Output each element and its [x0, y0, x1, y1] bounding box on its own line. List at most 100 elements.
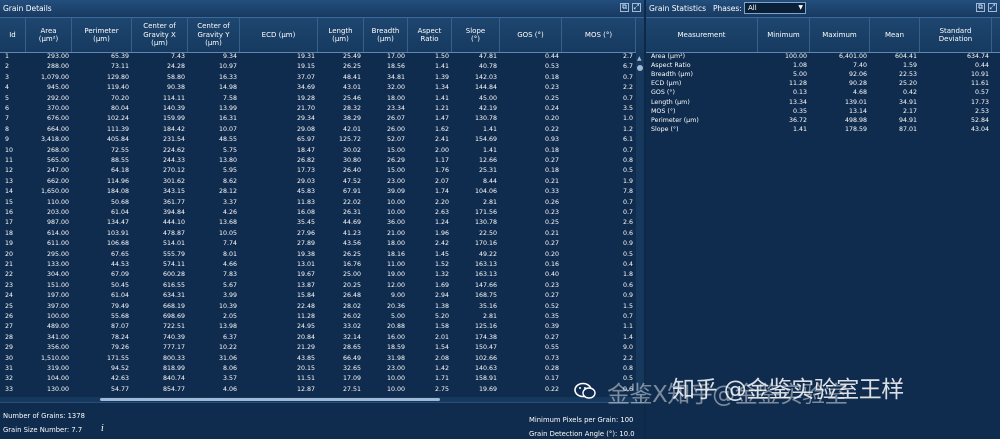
expand-icon[interactable]: ⤢: [632, 3, 641, 12]
grain-details-table-row[interactable]: 22 304.00 67.09 600.28 7.83 19.67 25.00 19.00 1.…: [0, 270, 644, 280]
grain-details-col-header[interactable]: Id: [0, 18, 26, 52]
grain-details-col-header[interactable]: Slope (°): [452, 18, 500, 52]
grain-details-table-row[interactable]: 27 489.00 87.07 722.51 13.98 24.95 33.02 20.88 1…: [0, 322, 644, 332]
grain-statistics-cell: 92.06: [848, 71, 867, 79]
grain-statistics-table-row[interactable]: Slope (°) 1.41 178.59 87.01 43.04: [646, 125, 1000, 134]
grain-statistics-cell: 0.57: [974, 89, 989, 97]
grain-details-table-row[interactable]: 33 130.00 54.77 854.77 4.06 12.87 27.51 10.00 2.…: [0, 385, 644, 395]
grain-details-cell: 6: [5, 105, 10, 112]
vertical-scrollbar[interactable]: ▲: [636, 52, 644, 397]
grain-details-cell: 18.47: [296, 146, 315, 154]
grain-details-col-header[interactable]: Breadth (µm): [364, 18, 408, 52]
grain-details-cell: 104.00: [46, 375, 69, 383]
grain-details-table-row[interactable]: 14 1,650.00 184.08 343.15 28.12 45.83 67.91 39.…: [0, 187, 644, 197]
grain-details-table-row[interactable]: 29 356.00 79.26 777.17 10.22 21.29 28.65 18.59 1…: [0, 343, 644, 353]
restore-icon[interactable]: ⧉: [976, 3, 985, 12]
grain-details-table-row[interactable]: 4 945.00 119.40 90.38 14.98 34.69 43.01 32.00 1.…: [0, 83, 644, 93]
grain-details-cell: 4: [5, 84, 10, 92]
grain-details-table-row[interactable]: 7 676.00 102.24 159.99 16.31 29.34 38.29 26.07 1…: [0, 114, 644, 124]
grain-details-table-row[interactable]: 30 1,510.00 171.55 800.33 31.06 43.85 66.49 31.…: [0, 354, 644, 364]
grain-details-col-header[interactable]: GOS (°): [500, 18, 562, 52]
grain-details-table-row[interactable]: 3 1,079.00 129.80 58.80 16.33 37.07 48.41 34.81…: [0, 73, 644, 83]
grain-statistics-cell: Breadth (µm): [651, 71, 694, 79]
grain-details-table-row[interactable]: 21 133.00 44.53 574.11 4.66 13.01 16.76 11.00 1.…: [0, 260, 644, 270]
grain-details-cell: 2.08: [434, 354, 449, 362]
grain-details-cell: 818.99: [162, 365, 185, 372]
grain-details-col-header[interactable]: Center of Gravity X (µm): [132, 18, 188, 52]
grain-details-table-row[interactable]: 19 611.00 106.68 514.01 7.74 27.89 43.56 18.00 2…: [0, 239, 644, 249]
restore-icon[interactable]: ⧉: [620, 3, 629, 12]
grain-details-cell: 12.00: [386, 281, 405, 289]
grain-statistics-table-row[interactable]: Area (µm²) 100.00 6,401.00 604.41 634.74: [646, 52, 1000, 61]
grain-details-cell: 125.16: [474, 323, 497, 331]
expand-icon[interactable]: ⤢: [988, 3, 997, 12]
grain-details-cell: 2.42: [434, 240, 449, 248]
grain-details-cell: 987.00: [46, 219, 69, 227]
grain-details-table-row[interactable]: 18 614.00 103.91 478.87 10.05 27.96 41.23 21.00…: [0, 229, 644, 239]
grain-statistics-table-row[interactable]: MOS (°) 0.35 13.14 2.17 2.53: [646, 107, 1000, 116]
grain-details-table-row[interactable]: 31 319.00 94.52 818.99 8.06 20.15 32.65 23.00 1.…: [0, 364, 644, 374]
grain-details-cell: 87.07: [110, 323, 129, 331]
grain-statistics-col-header[interactable]: Maximum: [810, 18, 870, 52]
grain-details-cell: 22.02: [342, 198, 361, 206]
grain-statistics-table-row[interactable]: Perimeter (µm) 36.72 498.98 94.91 52.84: [646, 116, 1000, 125]
scroll-up-icon[interactable]: ▲: [637, 55, 642, 62]
grain-details-col-header[interactable]: Aspect Ratio: [408, 18, 452, 52]
grain-details-col-header[interactable]: Perimeter (µm): [72, 18, 132, 52]
grain-details-cell: 35.16: [478, 302, 497, 310]
grain-details-cell: 11.00: [386, 261, 405, 268]
grain-details-table-row[interactable]: 11 565.00 88.55 244.33 13.80 26.82 30.80 26.29 1…: [0, 156, 644, 166]
grain-details-cell: 7: [5, 115, 10, 123]
grain-details-table-row[interactable]: 24 197.00 61.04 634.31 3.99 15.84 26.48 9.00 2.9…: [0, 291, 644, 301]
grain-details-table-row[interactable]: 12 247.00 64.18 270.12 5.95 17.73 26.40 15.00 1.…: [0, 166, 644, 176]
grain-details-table-row[interactable]: 28 341.00 78.24 740.39 6.37 20.84 32.14 16.00 2.…: [0, 333, 644, 343]
grain-details-table-row[interactable]: 6 370.00 80.04 140.39 13.99 21.70 28.32 23.34 1.…: [0, 104, 644, 114]
grain-statistics-col-header[interactable]: Mean: [870, 18, 920, 52]
grain-details-col-header[interactable]: ECD (µm): [240, 18, 318, 52]
grain-details-table-row[interactable]: 8 664.00 111.39 184.42 10.07 29.08 42.01 26.00 1…: [0, 125, 644, 135]
grain-details-table-row[interactable]: 17 987.00 134.47 444.10 13.68 35.45 44.69 36.00…: [0, 218, 644, 228]
grain-details-table-row[interactable]: 5 292.00 70.20 114.11 7.58 19.28 25.46 18.00 1.4…: [0, 94, 644, 104]
grain-statistics-table-row[interactable]: GOS (°) 0.13 4.68 0.42 0.57: [646, 88, 1000, 97]
scroll-thumb[interactable]: [637, 65, 643, 71]
grain-statistics-col-header[interactable]: Measurement: [646, 18, 758, 52]
grain-statistics-table-row[interactable]: Aspect Ratio 1.08 7.40 1.59 0.44: [646, 61, 1000, 70]
grain-details-table-row[interactable]: 16 203.00 61.04 394.84 4.26 16.08 26.31 10.00 2.…: [0, 208, 644, 218]
grain-details-table-row[interactable]: 9 3,418.00 405.84 231.54 48.55 65.97 125.72 52.…: [0, 135, 644, 145]
grain-details-table-row[interactable]: 1 293.00 65.39 7.43 9.34 19.31 25.49 17.00 1.50 4…: [0, 52, 644, 62]
grain-details-table-row[interactable]: 20 295.00 67.65 555.79 8.01 19.38 26.25 18.16 1.…: [0, 250, 644, 260]
grain-details-table-row[interactable]: 25 397.00 79.49 668.19 10.39 22.48 28.02 20.36 1…: [0, 302, 644, 312]
info-icon[interactable]: i: [101, 424, 104, 434]
grain-details-cell: 14: [5, 188, 14, 196]
grain-details-table-row[interactable]: 32 104.00 42.63 840.74 3.57 11.51 17.09 10.00 1.…: [0, 374, 644, 384]
grain-statistics-col-header[interactable]: Minimum: [758, 18, 810, 52]
grain-details-col-header[interactable]: MOS (°): [562, 18, 636, 52]
grain-statistics-table-row[interactable]: Breadth (µm) 5.00 92.06 22.53 10.91: [646, 70, 1000, 79]
grain-details-table-row[interactable]: 26 100.00 55.68 698.69 2.05 11.28 26.02 5.00 5.2…: [0, 312, 644, 322]
grain-details-table-row[interactable]: 13 662.00 114.96 301.62 8.62 29.03 47.52 23.00 2…: [0, 177, 644, 187]
grain-details-col-header[interactable]: Center of Gravity Y (µm): [188, 18, 240, 52]
grain-details-cell: 444.10: [162, 219, 185, 227]
grain-details-cell: 114.96: [106, 177, 129, 185]
grain-statistics-cell: 178.59: [844, 125, 867, 133]
grain-details-cell: 19.00: [386, 271, 405, 279]
grain-statistics-col-header[interactable]: Standard Deviation: [920, 18, 992, 52]
grain-details-cell: 18.56: [386, 63, 405, 71]
grain-details-table-row[interactable]: 15 110.00 50.68 361.77 3.37 11.83 22.02 10.00 2.…: [0, 198, 644, 208]
grain-details-table-row[interactable]: 10 268.00 72.55 224.62 5.75 18.47 30.02 15.00 2.…: [0, 146, 644, 156]
grain-details-cell: 16.00: [386, 333, 405, 341]
grain-details-col-header[interactable]: Length (µm): [318, 18, 364, 52]
grain-details-cell: 0.35: [544, 313, 559, 320]
horizontal-scroll-thumb[interactable]: [100, 398, 440, 401]
grain-details-cell: 0.17: [544, 375, 559, 383]
phases-dropdown[interactable]: All ▼: [744, 2, 806, 14]
grain-details-col-header[interactable]: Area (µm²): [26, 18, 72, 52]
grain-statistics-table-row[interactable]: ECD (µm) 11.28 90.28 25.20 11.61: [646, 79, 1000, 88]
grain-details-cell: 79.49: [110, 302, 129, 310]
grain-details-table-row[interactable]: 2 288.00 73.11 24.28 10.97 19.15 26.25 18.56 1.4…: [0, 62, 644, 72]
grain-statistics-table-row[interactable]: Length (µm) 13.34 139.01 34.91 17.73: [646, 98, 1000, 107]
grain-details-cell: 668.19: [162, 302, 185, 310]
grain-details-table-row[interactable]: 23 151.00 50.45 616.55 5.67 13.87 20.25 12.00 1.…: [0, 281, 644, 291]
grain-statistics-cell: 43.04: [970, 125, 989, 133]
grain-details-cell: 106.68: [106, 240, 129, 248]
